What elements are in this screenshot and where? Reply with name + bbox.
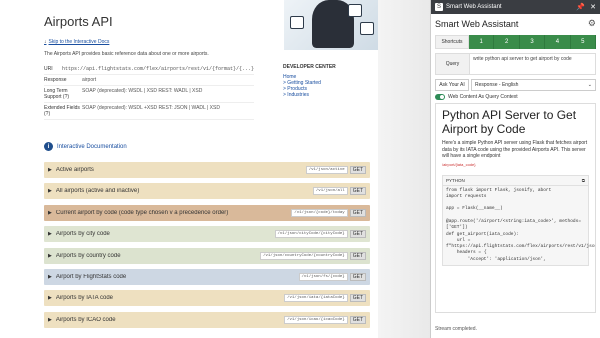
expand-triangle-icon: ▶ <box>48 188 52 195</box>
api-info-table: URI https://api.flightstats.com/flex/airp… <box>44 64 254 120</box>
info-value: SOAP (deprecated): WSDL | XSD REST: WADL… <box>82 88 203 94</box>
response-language-select[interactable]: Response - English ⌄ <box>471 79 596 91</box>
operation-path: /v1/json/{code}/today <box>291 208 348 217</box>
down-arrow-icon: ↓ <box>44 39 47 45</box>
operation-path: /v1/json/countryCode/{countryCode} <box>260 251 348 260</box>
info-value: SOAP (deprecated): WSDL +XSD REST: JSON … <box>82 105 220 111</box>
endpoint-ref: /airport/{iata_code} <box>442 161 476 167</box>
operation-path: /v1/json/all <box>312 187 348 196</box>
developer-center-heading: DEVELOPER CENTER <box>283 64 336 70</box>
operation-label: Airports by IATA code <box>55 295 113 302</box>
shortcuts-bar: Shortcuts 12345 <box>435 35 597 49</box>
answer-panel: Python API Server to Get Airport by Code… <box>435 103 596 313</box>
query-input[interactable]: write python api server to get airport b… <box>470 54 595 74</box>
http-method-badge: GET <box>349 251 366 260</box>
code-content: from flask import Flask, jsonify, abort … <box>446 187 595 262</box>
info-key: URI <box>44 66 53 72</box>
operation-row[interactable]: ▶ Active airports/v1/json/active GET <box>44 162 370 178</box>
shortcut-button[interactable]: 5 <box>570 35 597 49</box>
skip-link[interactable]: ↓ Skip to the Interactive Docs <box>44 39 109 45</box>
assistant-heading: Smart Web Assistant <box>435 18 519 29</box>
operation-row[interactable]: ▶ Current airport by code (code type chos… <box>44 204 370 221</box>
info-key: Response <box>44 77 67 83</box>
operation-path: /v1/json/cityCode/{cityCode} <box>274 230 348 239</box>
shortcuts-label: Shortcuts <box>435 35 469 49</box>
gear-icon[interactable]: ⚙ <box>588 18 596 29</box>
operation-path: /v1/json/fs/{code} <box>298 272 348 281</box>
operation-label: Active airports <box>55 167 94 173</box>
page-gutter <box>378 0 430 338</box>
answer-intro: Here's a simple Python API server using … <box>442 140 588 159</box>
info-value: https://api.flightstats.com/flex/airport… <box>61 66 254 72</box>
operation-row[interactable]: ▶ Airports by country code/v1/json/countr… <box>44 247 370 264</box>
info-row: URI https://api.flightstats.com/flex/airp… <box>44 64 254 75</box>
code-language: PYTHON <box>446 177 465 183</box>
http-method-badge: GET <box>349 208 366 217</box>
expand-triangle-icon: ▶ <box>48 316 52 323</box>
shortcut-button[interactable]: 3 <box>519 35 546 49</box>
operation-row[interactable]: ▶ Airport by FlightStats code/v1/json/fs/… <box>44 268 370 285</box>
shortcut-button[interactable]: 4 <box>545 35 571 49</box>
http-method-badge: GET <box>349 187 366 196</box>
operation-path: /v1/json/iata/{iataCode} <box>284 294 348 303</box>
operation-label: Airports by ICAO code <box>55 316 116 323</box>
expand-triangle-icon: ▶ <box>48 252 52 259</box>
http-method-badge: GET <box>349 315 366 324</box>
expand-triangle-icon: ▶ <box>48 295 52 302</box>
http-method-badge: GET <box>349 166 366 174</box>
select-value: Response - English <box>475 82 519 88</box>
operation-row[interactable]: ▶ Airports by ICAO code/v1/json/icao/{ica… <box>44 311 370 328</box>
app-icon: S <box>435 3 443 11</box>
answer-title: Python API Server to Get Airport by Code <box>442 108 577 136</box>
info-row: Response airport <box>44 75 254 86</box>
info-value[interactable]: airport <box>82 77 254 83</box>
ask-ai-button[interactable]: Ask Your AI <box>435 79 469 91</box>
code-block: PYTHON ⧉ from flask import Flask, jsonif… <box>442 174 595 267</box>
shortcut-button[interactable]: 2 <box>494 35 520 49</box>
close-icon[interactable]: ✕ <box>590 3 596 11</box>
window-title: Smart Web Assistant <box>446 4 502 10</box>
page-title: Airports API <box>44 14 113 29</box>
query-label: Query <box>436 54 470 74</box>
info-key: Extended Fields (?) <box>44 105 80 117</box>
expand-triangle-icon: ▶ <box>48 231 52 238</box>
http-method-badge: GET <box>349 272 366 281</box>
status-text: Stream completed. <box>435 326 477 332</box>
interactive-docs-heading[interactable]: i Interactive Documentation <box>44 142 127 151</box>
pin-icon[interactable]: 📌 <box>576 3 585 11</box>
operation-label: All airports (active and inactive) <box>55 188 140 195</box>
web-context-toggle[interactable] <box>435 94 445 100</box>
airports-api-page: Airports API ↓ Skip to the Interactive Do… <box>0 0 378 338</box>
info-icon: i <box>44 142 53 151</box>
operation-path: /v1/json/icao/{icaoCode} <box>284 315 348 324</box>
assistant-panel: S Smart Web Assistant 📌 ✕ Smart Web Assi… <box>430 0 600 338</box>
intro-text: The Airports API provides basic referenc… <box>44 51 209 57</box>
operations-list: ▶ Active airports/v1/json/active GET ▶ All a… <box>44 162 370 333</box>
operation-label: Airports by city code <box>55 231 110 238</box>
header-photo <box>284 0 378 50</box>
chevron-down-icon: ⌄ <box>587 82 592 88</box>
http-method-badge: GET <box>349 230 366 239</box>
assistant-titlebar: S Smart Web Assistant 📌 ✕ <box>431 0 600 14</box>
info-key: Long Term Support (?) <box>44 88 70 100</box>
info-row: Extended Fields (?) SOAP (deprecated): WS… <box>44 103 254 120</box>
operation-label: Current airport by code (code type chose… <box>55 209 229 216</box>
shortcut-button[interactable]: 1 <box>469 35 495 49</box>
http-method-badge: GET <box>349 294 366 303</box>
developer-center: DEVELOPER CENTER Home > Getting Started > … <box>283 64 336 98</box>
expand-triangle-icon: ▶ <box>48 209 52 216</box>
operation-label: Airports by country code <box>55 252 121 259</box>
operation-row[interactable]: ▶ Airports by city code/v1/json/cityCode/… <box>44 226 370 243</box>
copy-icon[interactable]: ⧉ <box>582 178 585 183</box>
operation-row[interactable]: ▶ Airports by IATA code/v1/json/iata/{iat… <box>44 290 370 307</box>
toggle-label: Web Content As Query Context <box>448 94 518 100</box>
expand-triangle-icon: ▶ <box>48 167 52 173</box>
operation-path: /v1/json/active <box>305 166 348 174</box>
info-row: Long Term Support (?) SOAP (deprecated): … <box>44 86 254 103</box>
operation-label: Airport by FlightStats code <box>55 273 127 280</box>
query-row: Query write python api server to get air… <box>435 53 596 75</box>
dev-center-link[interactable]: > Industries <box>283 92 336 98</box>
operation-row[interactable]: ▶ All airports (active and inactive) /v1/j… <box>44 183 370 200</box>
expand-triangle-icon: ▶ <box>48 273 52 280</box>
